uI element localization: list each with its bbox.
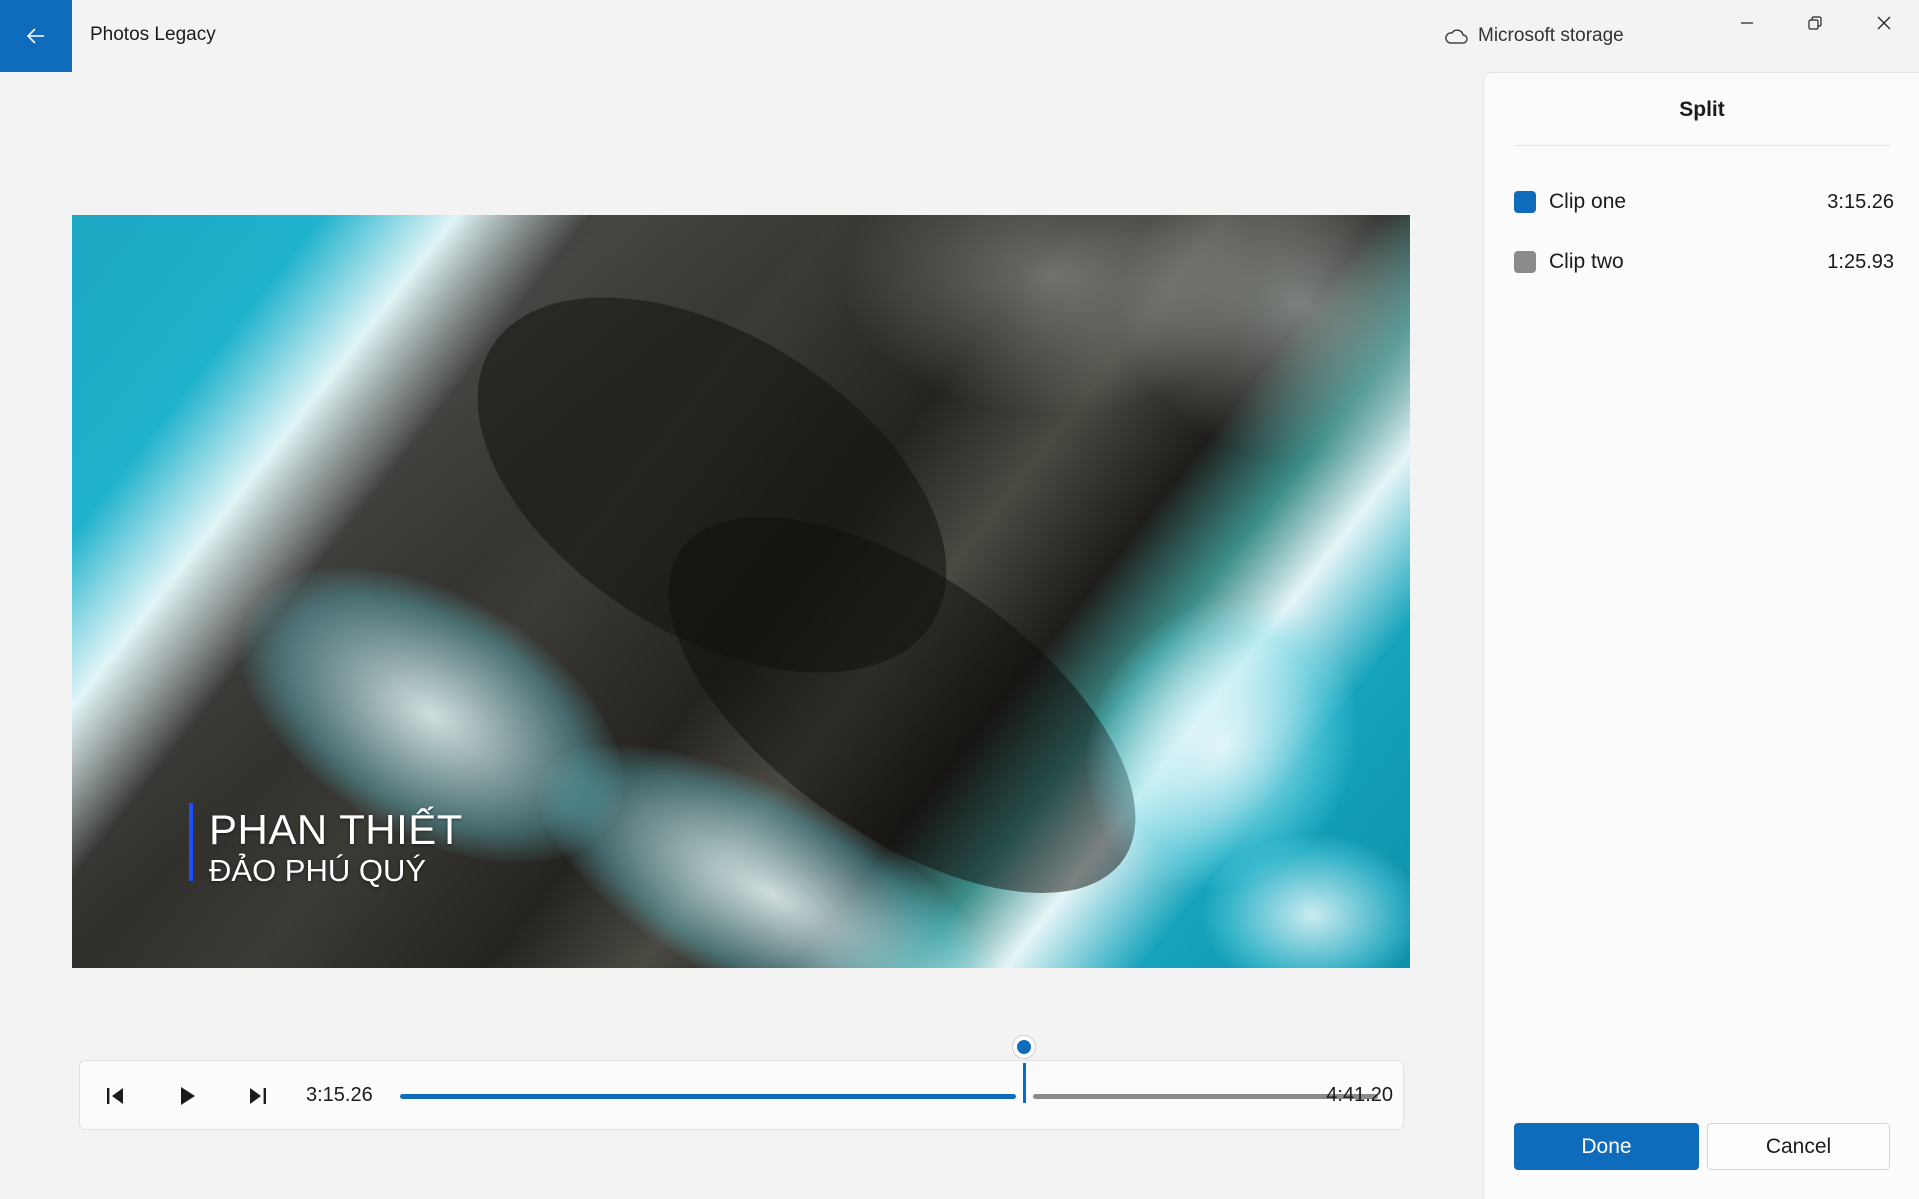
total-time: 4:41.20 <box>1326 1084 1393 1106</box>
play-icon <box>181 1087 195 1105</box>
minimize-button[interactable] <box>1713 0 1781 46</box>
cancel-button[interactable]: Cancel <box>1707 1123 1890 1170</box>
video-caption-subtitle: ĐẢO PHÚ QUÝ <box>209 853 427 888</box>
done-button[interactable]: Done <box>1514 1123 1699 1170</box>
next-frame-button[interactable] <box>240 1078 276 1114</box>
clip-duration: 1:25.93 <box>1827 250 1894 273</box>
clip-row-two: Clip two 1:25.93 <box>1514 247 1894 277</box>
microsoft-storage-button[interactable]: Microsoft storage <box>1444 22 1624 50</box>
clip-name: Clip two <box>1549 250 1624 273</box>
caption-accent-bar <box>189 803 193 881</box>
timeline-progress-fill[interactable] <box>400 1094 1016 1099</box>
clip-color-swatch <box>1514 191 1536 213</box>
close-icon <box>1877 16 1891 30</box>
video-preview[interactable]: PHAN THIẾT ĐẢO PHÚ QUÝ <box>72 215 1410 968</box>
minimize-icon <box>1741 22 1753 24</box>
panel-title: Split <box>1679 98 1725 121</box>
app-title: Photos Legacy <box>90 24 216 45</box>
clip-row-one: Clip one 3:15.26 <box>1514 187 1894 217</box>
close-window-button[interactable] <box>1850 0 1918 46</box>
panel-divider <box>1514 145 1890 146</box>
split-panel: Split Clip one 3:15.26 Clip two 1:25.93 … <box>1483 72 1919 1199</box>
restore-icon <box>1808 16 1822 30</box>
current-time: 3:15.26 <box>306 1084 373 1106</box>
clip-name: Clip one <box>1549 190 1627 213</box>
step-back-icon <box>107 1088 123 1104</box>
storage-label: Microsoft storage <box>1478 25 1624 46</box>
video-caption-title: PHAN THIẾT <box>209 806 463 853</box>
clip-color-swatch <box>1514 251 1536 273</box>
arrow-left-icon <box>27 28 44 44</box>
restore-button[interactable] <box>1781 0 1849 46</box>
back-button[interactable] <box>0 0 72 72</box>
play-button[interactable] <box>169 1078 205 1114</box>
previous-frame-button[interactable] <box>97 1078 133 1114</box>
split-handle[interactable] <box>1013 1036 1035 1058</box>
cloud-icon <box>1445 29 1468 44</box>
playback-controls: 3:15.26 4:41.20 <box>79 1060 1404 1130</box>
step-forward-icon <box>250 1088 266 1104</box>
split-position-marker[interactable] <box>1023 1063 1026 1103</box>
title-bar: Photos Legacy Microsoft storage <box>0 0 1919 72</box>
clip-duration: 3:15.26 <box>1827 190 1894 213</box>
